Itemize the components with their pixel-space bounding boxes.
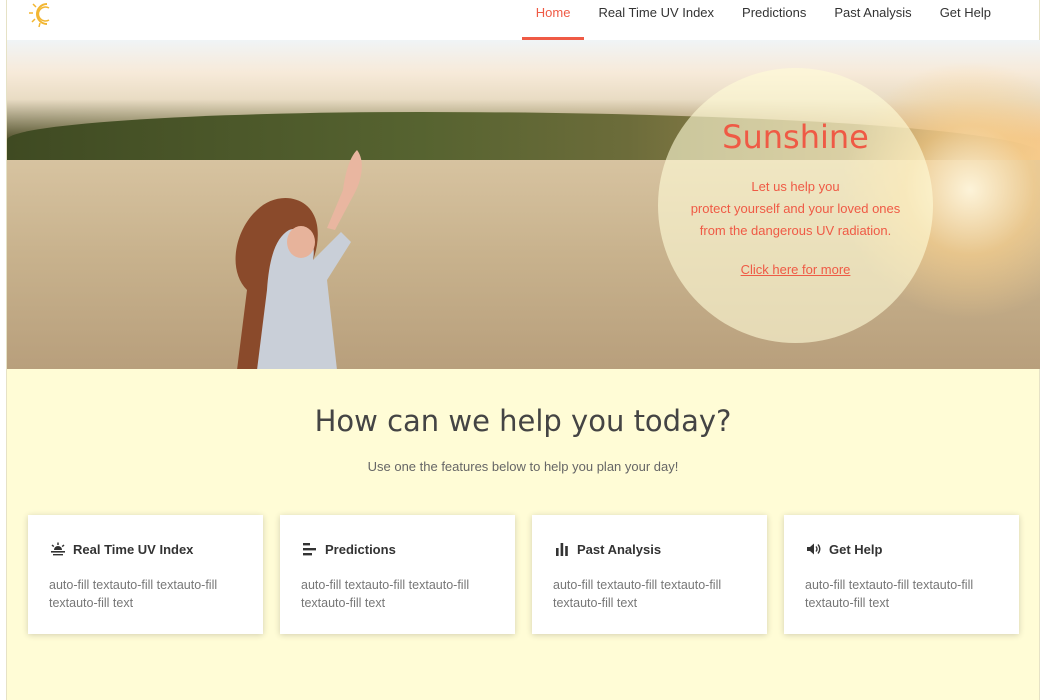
card-title: Predictions: [325, 541, 396, 557]
nav-get-help[interactable]: Get Help: [926, 0, 1005, 40]
hero-line-2: protect yourself and your loved ones: [690, 201, 901, 216]
page: Home Real Time UV Index Predictions Past…: [6, 0, 1040, 700]
card-get-help[interactable]: Get Help auto-fill textauto-fill textaut…: [784, 515, 1019, 634]
feature-cards: Real Time UV Index auto-fill textauto-fi…: [28, 515, 1019, 634]
card-title: Real Time UV Index: [73, 541, 194, 557]
hero-line-3: from the dangerous UV radiation.: [699, 223, 892, 238]
card-text: auto-fill textauto-fill textauto-fill te…: [301, 578, 470, 610]
section-title: How can we help you today?: [314, 404, 732, 438]
card-title: Past Analysis: [577, 541, 662, 557]
card-real-time-uv-index[interactable]: Real Time UV Index auto-fill textauto-fi…: [28, 515, 263, 634]
nav-home[interactable]: Home: [521, 0, 585, 40]
nav-predictions[interactable]: Predictions: [728, 0, 820, 40]
card-text: auto-fill textauto-fill textauto-fill te…: [553, 578, 722, 610]
card-title: Get Help: [829, 541, 883, 557]
sunrise-icon: [49, 540, 67, 558]
hero-more-link[interactable]: Click here for more: [741, 262, 851, 277]
hero-line-1: Let us help you: [751, 179, 840, 194]
top-navbar: Home Real Time UV Index Predictions Past…: [7, 0, 1039, 40]
hero-tagline: Let us help you protect yourself and you…: [658, 176, 933, 242]
card-text: auto-fill textauto-fill textauto-fill te…: [805, 578, 974, 610]
card-predictions[interactable]: Predictions auto-fill textauto-fill text…: [280, 515, 515, 634]
nav-past-analysis[interactable]: Past Analysis: [820, 0, 925, 40]
hero-message-circle: Sunshine Let us help you protect yoursel…: [658, 68, 933, 343]
hero-child-image: [235, 150, 362, 369]
card-past-analysis[interactable]: Past Analysis auto-fill textauto-fill te…: [532, 515, 767, 634]
align-left-icon: [301, 540, 319, 558]
card-text: auto-fill textauto-fill textauto-fill te…: [49, 578, 218, 610]
section-subtitle: Use one the features below to help you p…: [367, 459, 679, 474]
hero-banner: Sunshine Let us help you protect yoursel…: [7, 40, 1040, 369]
main-menu: Home Real Time UV Index Predictions Past…: [521, 0, 1005, 40]
sun-logo-icon[interactable]: [27, 0, 59, 30]
hero-title: Sunshine: [722, 118, 869, 156]
volume-icon: [805, 540, 823, 558]
nav-real-time-uv-index[interactable]: Real Time UV Index: [584, 0, 728, 40]
bar-chart-icon: [553, 540, 571, 558]
